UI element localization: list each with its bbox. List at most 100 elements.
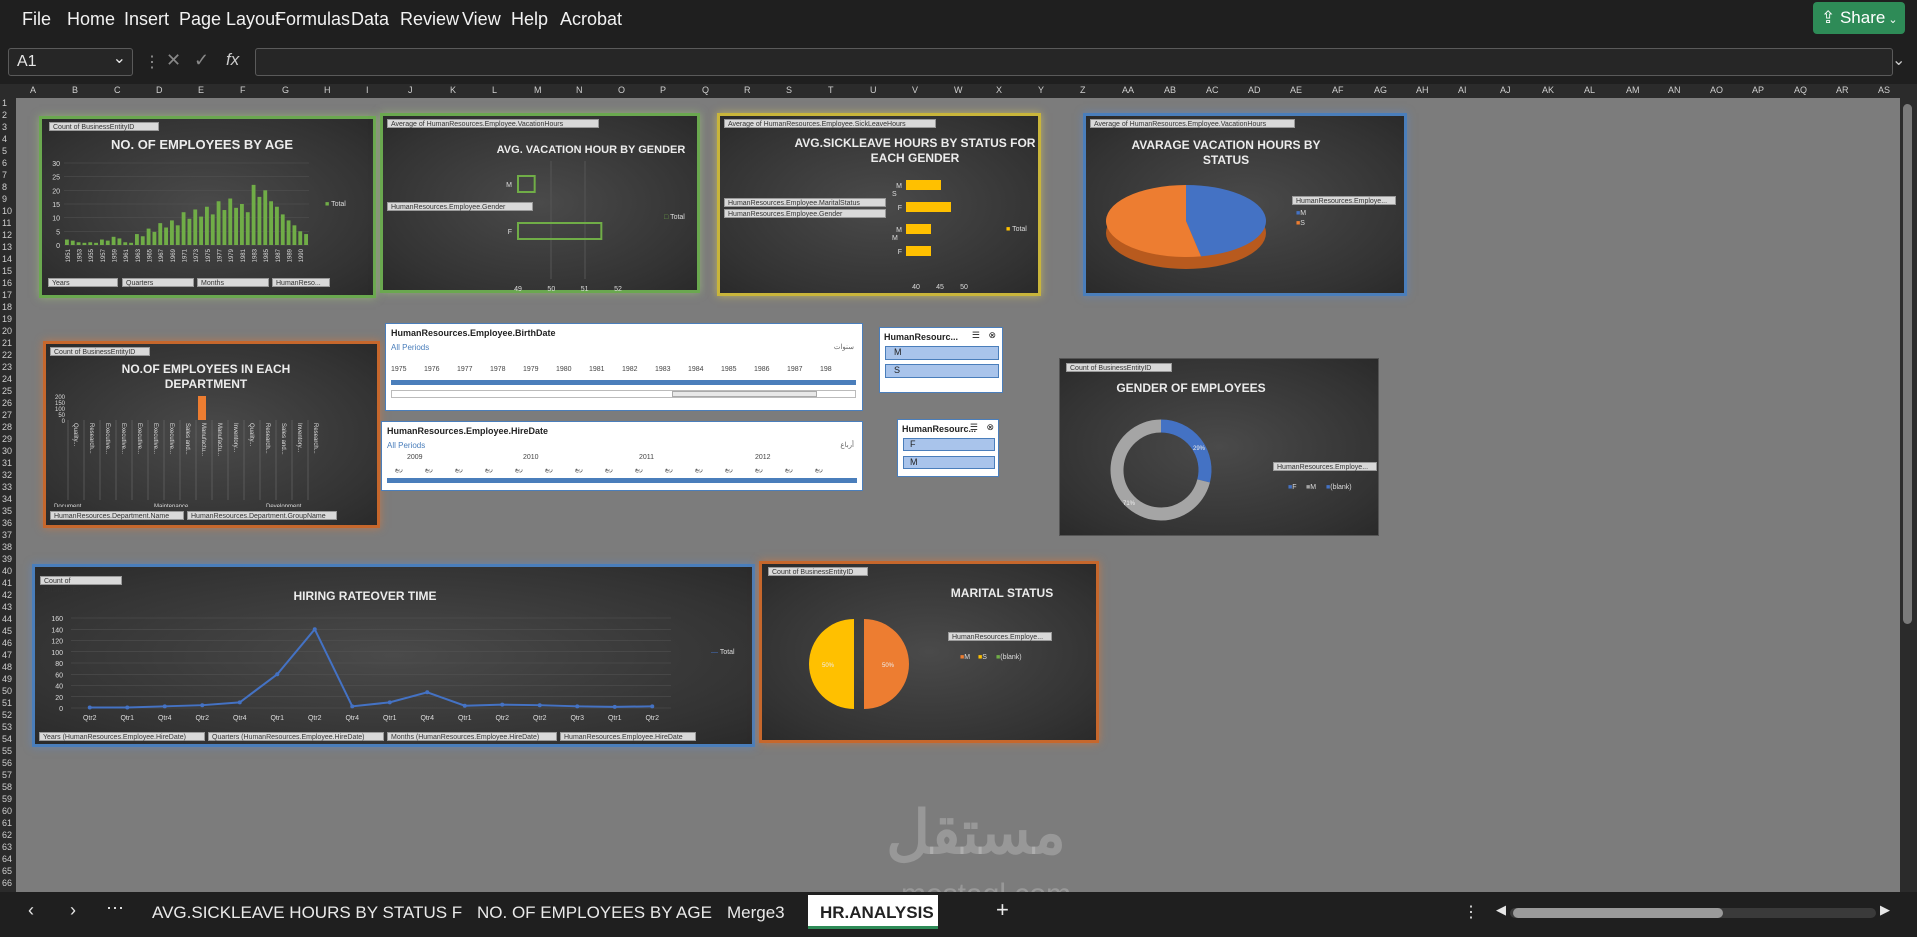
- year-label[interactable]: 1985: [721, 366, 737, 373]
- quarter-label[interactable]: ربع: [725, 466, 733, 473]
- column-label[interactable]: J: [408, 85, 413, 95]
- row-label[interactable]: 47: [2, 650, 12, 660]
- column-label[interactable]: D: [156, 85, 163, 95]
- column-label[interactable]: E: [198, 85, 204, 95]
- filter-marital[interactable]: HumanResources.Employee.MaritalStatus: [724, 198, 886, 207]
- quarter-label[interactable]: ربع: [635, 466, 643, 473]
- menu-view[interactable]: View: [462, 9, 501, 30]
- column-label[interactable]: R: [744, 85, 751, 95]
- filter-group-name[interactable]: HumanResources.Department.GroupName: [187, 511, 337, 520]
- slicer-hiredate[interactable]: HumanResources.Employee.HireDate All Per…: [381, 421, 863, 491]
- row-label[interactable]: 23: [2, 362, 12, 372]
- slicer-item-f[interactable]: F: [903, 438, 995, 451]
- period-unit[interactable]: أرباع: [840, 441, 854, 449]
- chart-sickleave-by-status[interactable]: Average of HumanResources.Employee.SickL…: [717, 113, 1041, 296]
- column-label[interactable]: I: [366, 85, 369, 95]
- column-label[interactable]: AP: [1752, 85, 1764, 95]
- insert-function-icon[interactable]: fx: [226, 50, 239, 70]
- column-label[interactable]: Z: [1080, 85, 1086, 95]
- quarter-label[interactable]: ربع: [545, 466, 553, 473]
- row-label[interactable]: 24: [2, 374, 12, 384]
- row-label[interactable]: 5: [2, 146, 7, 156]
- tab-sickleave[interactable]: AVG.SICKLEAVE HOURS BY STATUS F: [152, 903, 462, 923]
- row-label[interactable]: 54: [2, 734, 12, 744]
- row-label[interactable]: 32: [2, 470, 12, 480]
- column-label[interactable]: AD: [1248, 85, 1261, 95]
- row-label[interactable]: 12: [2, 230, 12, 240]
- row-label[interactable]: 8: [2, 182, 7, 192]
- column-label[interactable]: AJ: [1500, 85, 1511, 95]
- menu-file[interactable]: File: [22, 9, 51, 30]
- filter-hiredate[interactable]: HumanResources.Employee.HireDate: [560, 732, 696, 741]
- cancel-icon[interactable]: ✕: [166, 50, 181, 71]
- row-label[interactable]: 30: [2, 446, 12, 456]
- chart-vacation-by-status[interactable]: Average of HumanResources.Employee.Vacat…: [1083, 113, 1407, 296]
- row-label[interactable]: 11: [2, 218, 11, 228]
- column-label[interactable]: AF: [1332, 85, 1344, 95]
- chart-employees-by-department[interactable]: Count of BusinessEntityID NO.OF EMPLOYEE…: [43, 341, 380, 528]
- field-button[interactable]: Average of HumanResources.Employee.Vacat…: [1090, 119, 1295, 128]
- row-label[interactable]: 6: [2, 158, 7, 168]
- chart-employees-by-age[interactable]: Count of BusinessEntityID NO. OF EMPLOYE…: [39, 116, 376, 298]
- prev-sheet-icon[interactable]: ‹: [28, 900, 34, 921]
- year-label[interactable]: 1980: [556, 366, 572, 373]
- column-label[interactable]: K: [450, 85, 456, 95]
- field-button[interactable]: Count of BusinessEntityID: [768, 567, 868, 576]
- year-label[interactable]: 1978: [490, 366, 506, 373]
- menu-home[interactable]: Home: [67, 9, 115, 30]
- clear-filter-icon[interactable]: ⊗: [986, 422, 994, 433]
- filter-months[interactable]: Months: [197, 278, 269, 287]
- year-label[interactable]: 1986: [754, 366, 770, 373]
- row-label[interactable]: 3: [2, 122, 7, 132]
- tab-employees-by-age[interactable]: NO. OF EMPLOYEES BY AGE: [477, 903, 712, 923]
- menu-review[interactable]: Review: [400, 9, 459, 30]
- name-box[interactable]: A1 ⌄: [8, 48, 133, 76]
- field-button[interactable]: Count of BusinessEntityID: [40, 576, 122, 594]
- year-label[interactable]: 1984: [688, 366, 704, 373]
- column-label[interactable]: AI: [1458, 85, 1467, 95]
- row-label[interactable]: 33: [2, 482, 12, 492]
- year-label[interactable]: 198: [820, 366, 832, 373]
- column-label[interactable]: S: [786, 85, 792, 95]
- row-label[interactable]: 41: [2, 578, 12, 588]
- filter-gender[interactable]: HumanResources.Employee.Gender: [724, 209, 886, 218]
- row-label[interactable]: 39: [2, 554, 12, 564]
- filter-quarters[interactable]: Quarters: [122, 278, 194, 287]
- row-label[interactable]: 45: [2, 626, 12, 636]
- filter-dept-name[interactable]: HumanResources.Department.Name: [50, 511, 184, 520]
- row-label[interactable]: 55: [2, 746, 12, 756]
- row-label[interactable]: 52: [2, 710, 12, 720]
- row-label[interactable]: 16: [2, 278, 12, 288]
- row-label[interactable]: 50: [2, 686, 12, 696]
- period-unit[interactable]: سنوات: [834, 343, 854, 351]
- scroll-left-icon[interactable]: ◀: [1496, 902, 1506, 918]
- filter-hr[interactable]: HumanReso...: [272, 278, 330, 287]
- quarter-label[interactable]: ربع: [755, 466, 763, 473]
- row-label[interactable]: 35: [2, 506, 12, 516]
- row-label[interactable]: 53: [2, 722, 12, 732]
- column-label[interactable]: AK: [1542, 85, 1554, 95]
- year-label[interactable]: 1987: [787, 366, 803, 373]
- slicer-item-s[interactable]: S: [885, 364, 999, 378]
- quarter-label[interactable]: ربع: [455, 466, 463, 473]
- field-button[interactable]: Count of BusinessEntityID: [49, 122, 159, 131]
- all-periods[interactable]: All Periods: [387, 441, 425, 450]
- multi-select-icon[interactable]: ☰: [972, 330, 980, 341]
- formula-input[interactable]: [255, 48, 1893, 76]
- row-label[interactable]: 22: [2, 350, 12, 360]
- timeline-scrollbar[interactable]: [391, 390, 856, 398]
- slicer-item-m[interactable]: M: [885, 346, 999, 360]
- filter-quarters[interactable]: Quarters (HumanResources.Employee.HireDa…: [208, 732, 384, 741]
- column-label[interactable]: L: [492, 85, 497, 95]
- timeline-bar[interactable]: [391, 380, 856, 385]
- row-label[interactable]: 60: [2, 806, 12, 816]
- menu-data[interactable]: Data: [351, 9, 389, 30]
- row-label[interactable]: 58: [2, 782, 12, 792]
- row-label[interactable]: 66: [2, 878, 12, 888]
- column-label[interactable]: AS: [1878, 85, 1890, 95]
- chart-vacation-by-gender[interactable]: Average of HumanResources.Employee.Vacat…: [380, 113, 700, 293]
- next-sheet-icon[interactable]: ›: [70, 900, 76, 921]
- row-label[interactable]: 37: [2, 530, 12, 540]
- filter-gender[interactable]: HumanResources.Employe...: [1273, 462, 1377, 471]
- scroll-thumb[interactable]: [1903, 104, 1912, 624]
